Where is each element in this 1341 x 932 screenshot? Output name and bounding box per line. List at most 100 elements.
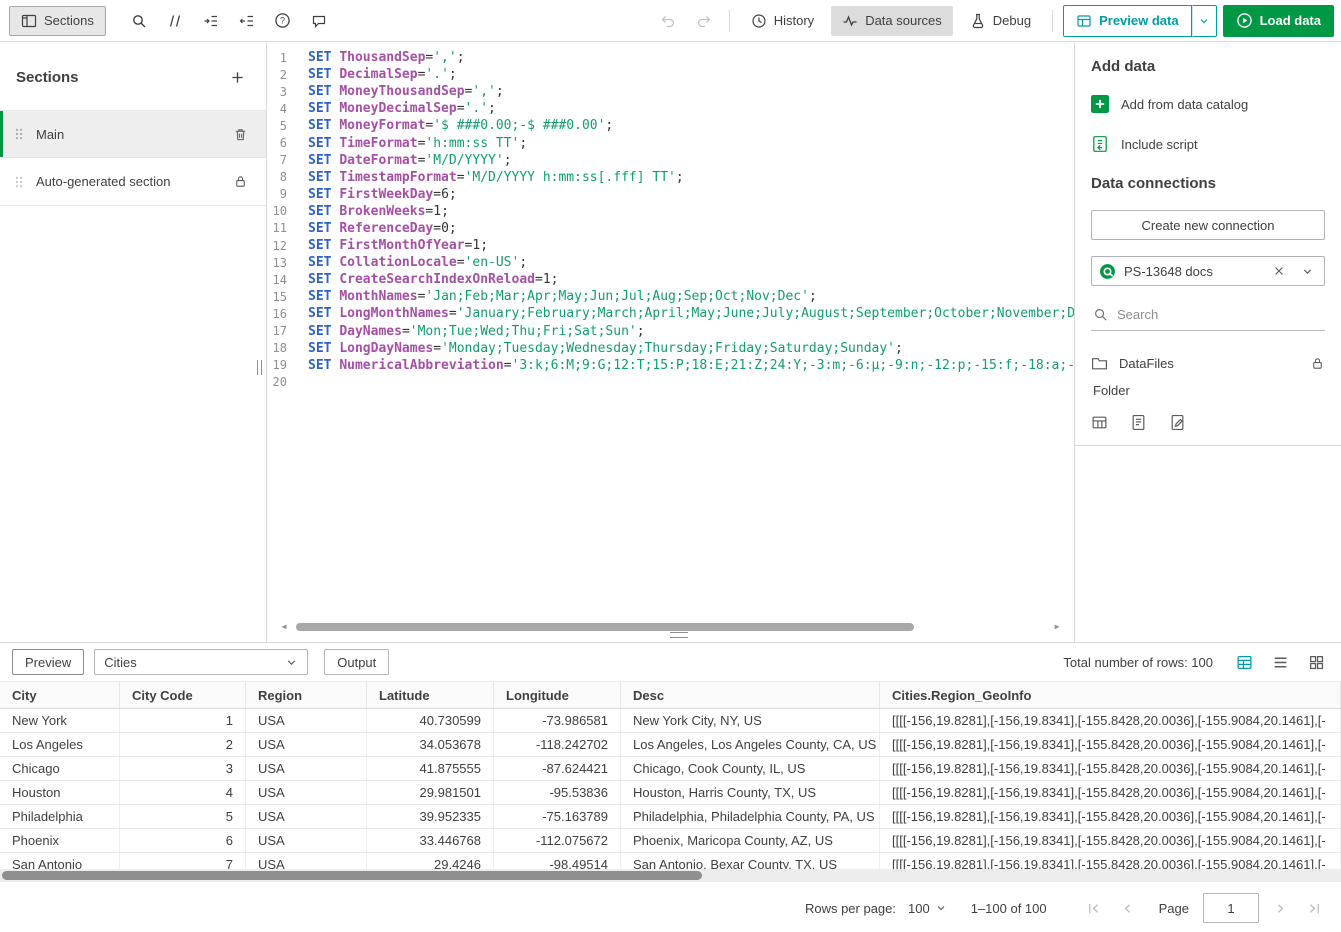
table-cell: 41.875555	[367, 757, 494, 780]
create-new-connection-label: Create new connection	[1142, 218, 1275, 233]
code-text: SET LongDayNames='Monday;Tuesday;Wednesd…	[303, 341, 903, 356]
section-label: Auto-generated section	[36, 174, 216, 189]
next-page-button[interactable]	[1267, 895, 1293, 921]
scrollbar-track[interactable]	[292, 623, 1049, 631]
data-sources-button[interactable]: Data sources	[831, 6, 953, 36]
preview-data-dropdown-button[interactable]	[1192, 5, 1217, 37]
sections-toggle-button[interactable]: Sections	[9, 6, 106, 36]
code-line[interactable]: 9SET FirstWeekDay=6;	[267, 186, 1074, 203]
code-line[interactable]: 7SET DateFormat='M/D/YYYY';	[267, 152, 1074, 169]
code-line[interactable]: 16SET LongMonthNames='January;February;M…	[267, 305, 1074, 322]
code-line[interactable]: 8SET TimestampFormat='M/D/YYYY h:mm:ss[.…	[267, 169, 1074, 186]
undo-button[interactable]	[653, 6, 683, 36]
code-line[interactable]: 3SET MoneyThousandSep=',';	[267, 83, 1074, 100]
scrollbar-thumb[interactable]	[2, 871, 702, 880]
rows-per-page-select[interactable]: 100	[908, 901, 947, 916]
history-clock-icon	[751, 13, 767, 29]
scroll-right-arrow-icon[interactable]: ▶	[1052, 623, 1062, 631]
script-editor[interactable]: 1SET ThousandSep=',';2SET DecimalSep='.'…	[267, 42, 1074, 642]
code-text: SET ThousandSep=',';	[303, 50, 465, 65]
load-data-button[interactable]: Load data	[1223, 5, 1334, 37]
code-line[interactable]: 18SET LongDayNames='Monday;Tuesday;Wedne…	[267, 340, 1074, 357]
table-row: Los Angeles2USA34.053678-118.242702Los A…	[0, 733, 1341, 757]
drag-handle-icon[interactable]	[14, 127, 24, 141]
connection-search-input[interactable]	[1117, 307, 1323, 322]
clear-connection-button[interactable]	[1269, 261, 1289, 281]
feedback-button[interactable]	[304, 6, 334, 36]
debug-button[interactable]: Debug	[959, 6, 1042, 36]
outdent-button[interactable]	[232, 6, 262, 36]
page-label: Page	[1159, 901, 1189, 916]
line-number: 13	[267, 256, 303, 270]
scroll-left-arrow-icon[interactable]: ◀	[279, 623, 289, 631]
code-line[interactable]: 14SET CreateSearchIndexOnReload=1;	[267, 271, 1074, 288]
comment-toggle-button[interactable]	[160, 6, 190, 36]
code-line[interactable]: 5SET MoneyFormat='$ ###0.00;-$ ###0.00';	[267, 117, 1074, 134]
search-button[interactable]	[124, 6, 154, 36]
include-script[interactable]: Include script	[1091, 135, 1325, 153]
sidebar-resize-handle[interactable]	[257, 360, 262, 375]
sidebar-item-auto-generated[interactable]: Auto-generated section	[0, 158, 266, 206]
help-button[interactable]: ?	[268, 6, 298, 36]
line-number: 2	[267, 68, 303, 82]
code-text: SET ReferenceDay=0;	[303, 221, 457, 236]
code-text: SET TimestampFormat='M/D/YYYY h:mm:ss[.f…	[303, 170, 684, 185]
edit-connection-button[interactable]	[1169, 414, 1186, 431]
table-horizontal-scrollbar[interactable]	[0, 869, 1341, 882]
first-page-button[interactable]	[1081, 895, 1107, 921]
connection-item-datafiles[interactable]: DataFiles	[1091, 347, 1325, 379]
redo-button[interactable]	[689, 6, 719, 36]
add-from-data-catalog[interactable]: Add from data catalog	[1091, 95, 1325, 113]
grid-view-button[interactable]	[1303, 649, 1329, 675]
output-tab-button[interactable]: Output	[324, 649, 389, 675]
panel-icon	[21, 13, 37, 29]
preview-resize-handle[interactable]	[670, 632, 688, 638]
code-line[interactable]: 15SET MonthNames='Jan;Feb;Mar;Apr;May;Ju…	[267, 288, 1074, 305]
list-view-button[interactable]	[1267, 649, 1293, 675]
include-script-button[interactable]	[1130, 414, 1147, 431]
code-text: SET LongMonthNames='January;February;Mar…	[303, 306, 1074, 321]
code-text: SET CollationLocale='en-US';	[303, 255, 527, 270]
grid-view-icon	[1308, 654, 1325, 671]
preview-data-button[interactable]: Preview data	[1063, 5, 1192, 37]
connection-dropdown-button[interactable]	[1297, 261, 1317, 281]
code-line[interactable]: 13SET CollationLocale='en-US';	[267, 254, 1074, 271]
chevron-down-icon	[1198, 15, 1210, 27]
connection-select[interactable]: PS-13648 docs	[1091, 256, 1325, 286]
table-cell: USA	[246, 805, 367, 828]
last-page-button[interactable]	[1301, 895, 1327, 921]
scrollbar-thumb[interactable]	[296, 623, 914, 631]
code-line[interactable]: 1SET ThousandSep=',';	[267, 49, 1074, 66]
table-select[interactable]: Cities	[94, 649, 308, 675]
page-number-input[interactable]	[1203, 893, 1259, 923]
history-button[interactable]: History	[740, 6, 825, 36]
code-line[interactable]: 6SET TimeFormat='h:mm:ss TT';	[267, 134, 1074, 151]
code-line[interactable]: 10SET BrokenWeeks=1;	[267, 203, 1074, 220]
indent-button[interactable]	[196, 6, 226, 36]
column-header: Region	[246, 682, 367, 708]
data-sources-label: Data sources	[865, 13, 942, 28]
add-section-button[interactable]	[224, 64, 250, 90]
code-line[interactable]: 2SET DecimalSep='.';	[267, 66, 1074, 83]
code-line[interactable]: 4SET MoneyDecimalSep='.';	[267, 100, 1074, 117]
code-line[interactable]: 11SET ReferenceDay=0;	[267, 220, 1074, 237]
select-data-button[interactable]	[1091, 414, 1108, 431]
code-line[interactable]: 17SET DayNames='Mon;Tue;Wed;Thu;Fri;Sat;…	[267, 323, 1074, 340]
lock-icon	[1310, 356, 1325, 371]
line-number: 17	[267, 324, 303, 338]
add-from-data-catalog-label: Add from data catalog	[1121, 97, 1248, 112]
code-line[interactable]: 20	[267, 374, 1074, 391]
sidebar-item-main[interactable]: Main	[0, 110, 266, 158]
top-toolbar: Sections ? History	[0, 0, 1341, 42]
connection-search[interactable]	[1091, 299, 1325, 331]
code-line[interactable]: 12SET FirstMonthOfYear=1;	[267, 237, 1074, 254]
previous-page-button[interactable]	[1115, 895, 1141, 921]
connection-type-label: Folder	[1093, 383, 1325, 398]
create-new-connection-button[interactable]: Create new connection	[1091, 210, 1325, 240]
preview-tab-button[interactable]: Preview	[12, 649, 84, 675]
table-cell: [[[[-156,19.8281],[-156,19.8341],[-155.8…	[880, 781, 1341, 804]
delete-section-button[interactable]	[228, 122, 252, 146]
table-view-button[interactable]	[1231, 649, 1257, 675]
table-row: Chicago3USA41.875555-87.624421Chicago, C…	[0, 757, 1341, 781]
code-line[interactable]: 19SET NumericalAbbreviation='3:k;6:M;9:G…	[267, 357, 1074, 374]
